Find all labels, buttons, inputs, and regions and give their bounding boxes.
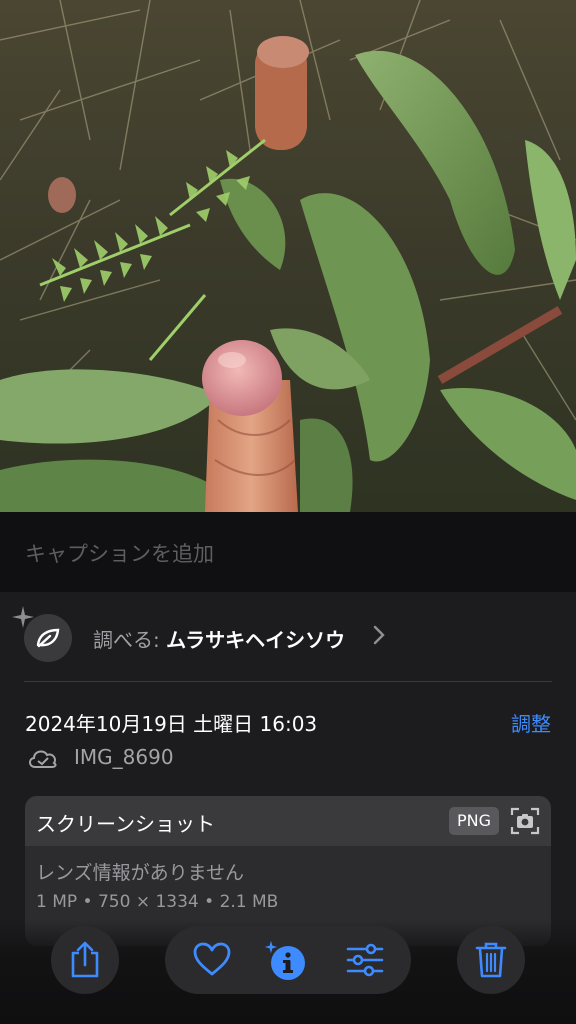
icloud-icon	[29, 750, 57, 768]
file-name: IMG_8690	[74, 745, 174, 769]
divider	[24, 681, 552, 682]
caption-placeholder[interactable]: キャプションを追加	[25, 538, 214, 568]
caption-field[interactable]: キャプションを追加	[0, 512, 576, 592]
format-badge: PNG	[449, 807, 499, 835]
chevron-right-icon	[373, 625, 385, 645]
photo[interactable]	[0, 0, 576, 512]
trash-icon	[475, 942, 507, 978]
leaf-icon	[24, 614, 72, 662]
adjust-date-button[interactable]: 調整	[511, 708, 551, 737]
metadata-card-header: スクリーンショット PNG	[25, 796, 551, 846]
capture-date: 2024年10月19日 土曜日 16:03	[25, 712, 318, 736]
lookup-prefix: 調べる:	[93, 628, 160, 652]
sliders-icon[interactable]	[345, 940, 385, 980]
image-type-title: スクリーンショット	[36, 812, 215, 836]
visual-lookup-row[interactable]: 調べる: ムラサキヘイシソウ	[0, 604, 576, 684]
share-button[interactable]	[51, 926, 119, 994]
image-metadata: 1 MP • 750 × 1334 • 2.1 MB	[36, 892, 279, 912]
screenshot-camera-icon	[510, 807, 540, 835]
share-icon	[71, 941, 99, 978]
pitcher-plant-photo	[0, 0, 576, 512]
visual-lookup-label[interactable]: 調べる: ムラサキヘイシソウ	[93, 624, 345, 653]
info-sparkle-icon[interactable]	[261, 936, 309, 984]
delete-button[interactable]	[457, 926, 525, 994]
lookup-result: ムラサキヘイシソウ	[166, 628, 346, 652]
action-pill	[165, 926, 411, 994]
lens-info: レンズ情報がありません	[36, 862, 245, 884]
heart-icon[interactable]	[192, 940, 232, 980]
